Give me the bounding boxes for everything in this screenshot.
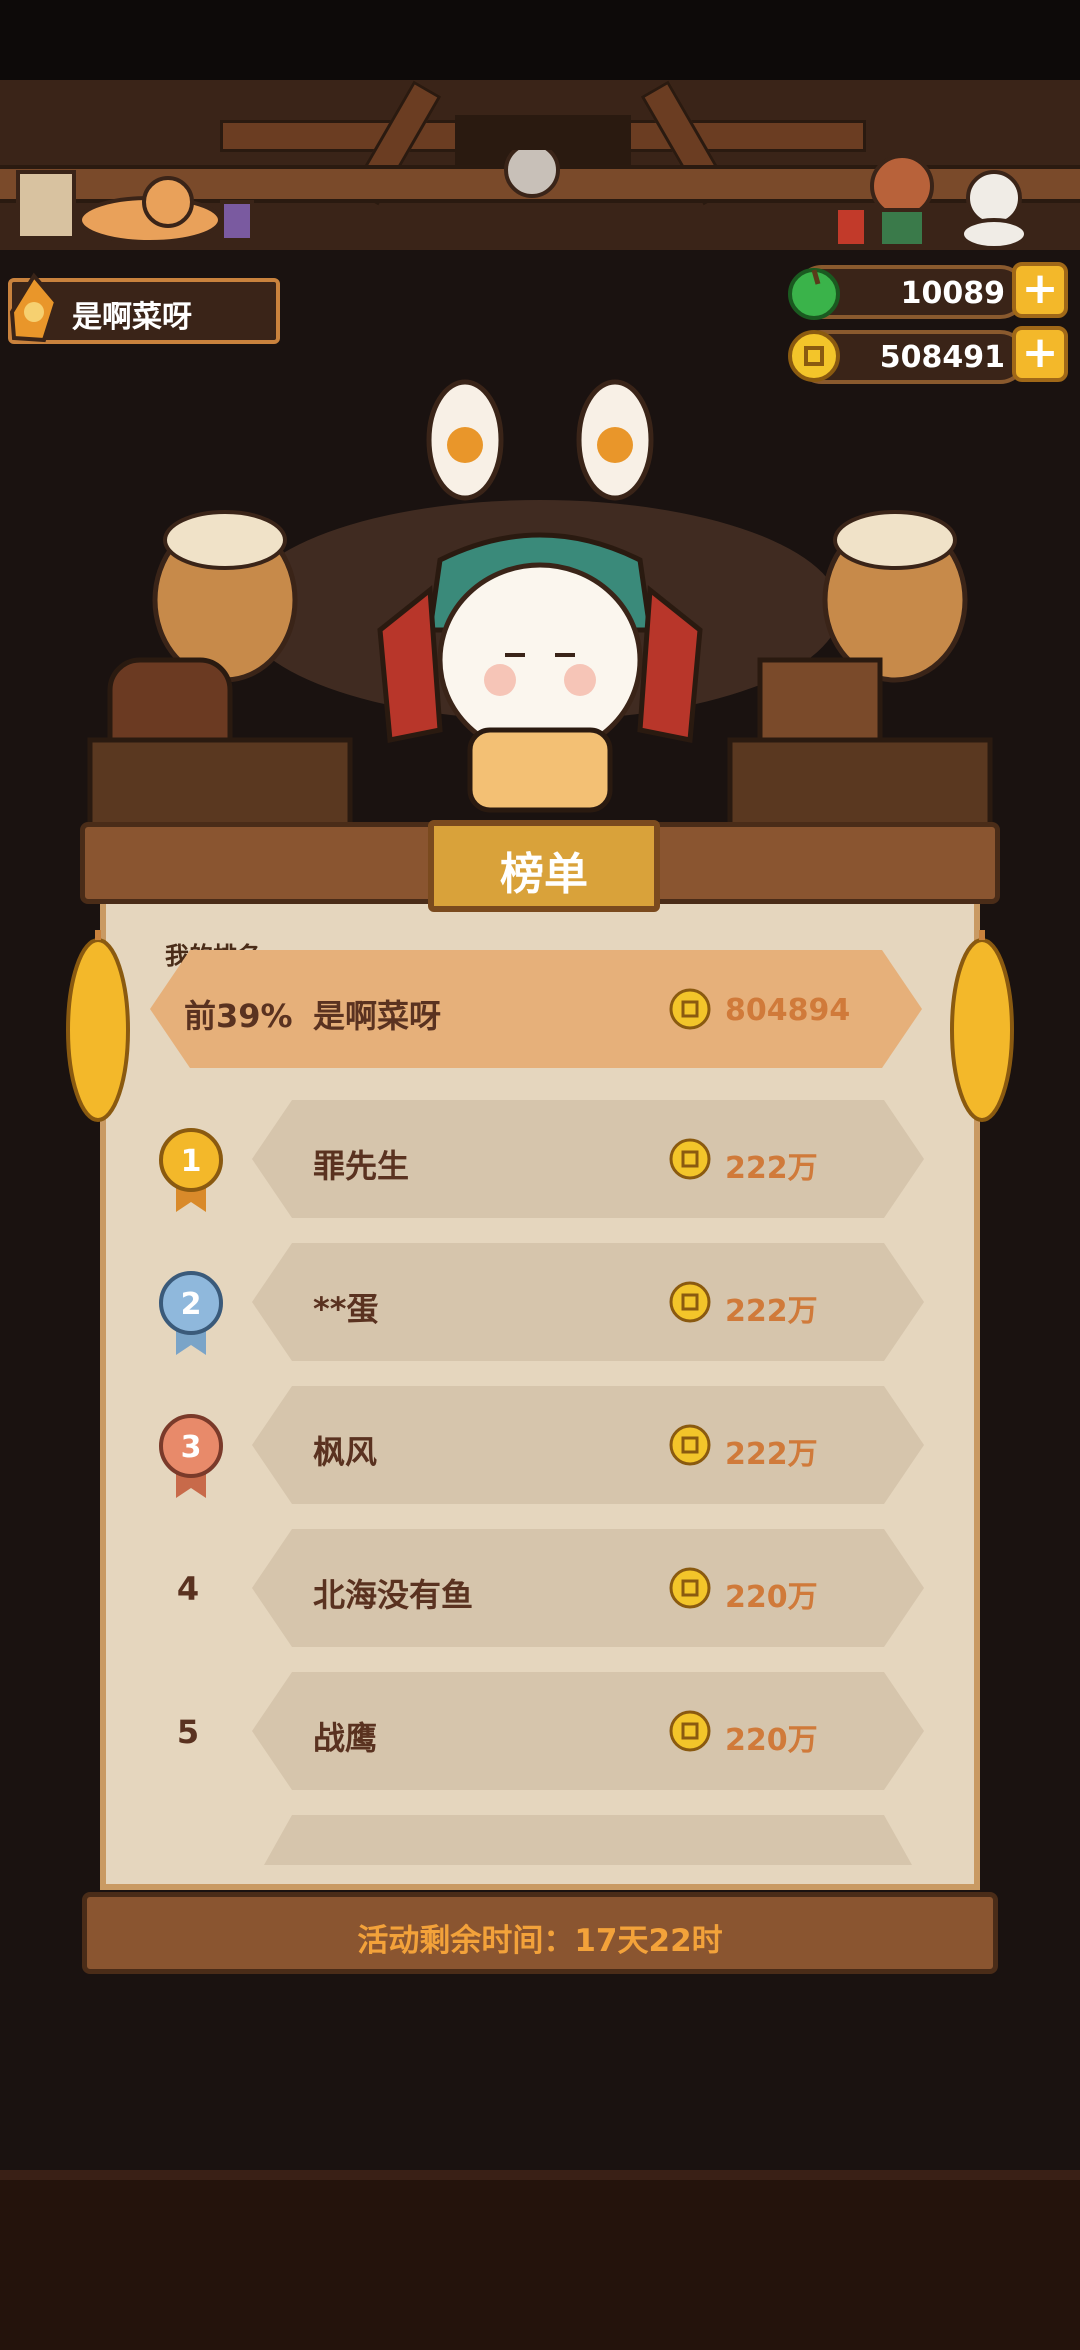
- row-5-name: 战鹰: [313, 1719, 378, 1757]
- my-rank-name: 是啊菜呀: [313, 997, 442, 1035]
- row-4-name: 北海没有鱼: [313, 1576, 474, 1614]
- row-3-score: 222万: [725, 1437, 818, 1472]
- my-rank-score: 804894: [725, 993, 851, 1028]
- row-4-rank: 4: [176, 1570, 200, 1608]
- my-rank-percent: 前39%: [184, 997, 293, 1035]
- silver-medal-icon: 2: [159, 1271, 223, 1355]
- event-timer: 活动剩余时间：17天22时: [357, 1923, 723, 1959]
- row-1-score: 222万: [725, 1151, 818, 1186]
- rabbit-mascot-scene: [87, 379, 993, 833]
- coin-icon: [669, 1710, 711, 1752]
- player-avatar-icon[interactable]: [4, 272, 64, 344]
- coin-icon: [669, 988, 711, 1030]
- svg-text:1: 1: [181, 1144, 202, 1179]
- row-6-bar-partial: [264, 1815, 912, 1865]
- row-5-rank: 5: [176, 1713, 200, 1751]
- floor: [0, 2170, 1080, 2350]
- row-4-score: 220万: [725, 1580, 818, 1615]
- bronze-medal-icon: 3: [159, 1414, 223, 1498]
- corn-left-icon: [66, 930, 130, 1122]
- status-band: [0, 0, 1080, 80]
- row-5-score: 220万: [725, 1723, 818, 1758]
- svg-text:3: 3: [181, 1430, 202, 1465]
- row-1-name: 罪先生: [313, 1147, 410, 1185]
- add-gem-button[interactable]: +: [1012, 262, 1068, 318]
- gold-medal-icon: 1: [159, 1128, 223, 1212]
- player-name: 是啊菜呀: [72, 300, 192, 335]
- coin-icon: [669, 1281, 711, 1323]
- coin-icon: [669, 1567, 711, 1609]
- coin-icon: [669, 1138, 711, 1180]
- row-2-name: **蛋: [313, 1290, 379, 1328]
- coin-icon: [669, 1424, 711, 1466]
- svg-text:2: 2: [181, 1287, 202, 1322]
- green-gem-icon: [788, 268, 840, 320]
- shelf-decorations: [16, 150, 1028, 250]
- row-3-name: 枫风: [313, 1433, 378, 1471]
- row-2-score: 222万: [725, 1294, 818, 1329]
- leaderboard-title: 榜单: [500, 849, 588, 900]
- gem-value: 10089: [900, 276, 1005, 311]
- corn-right-icon: [950, 930, 1014, 1122]
